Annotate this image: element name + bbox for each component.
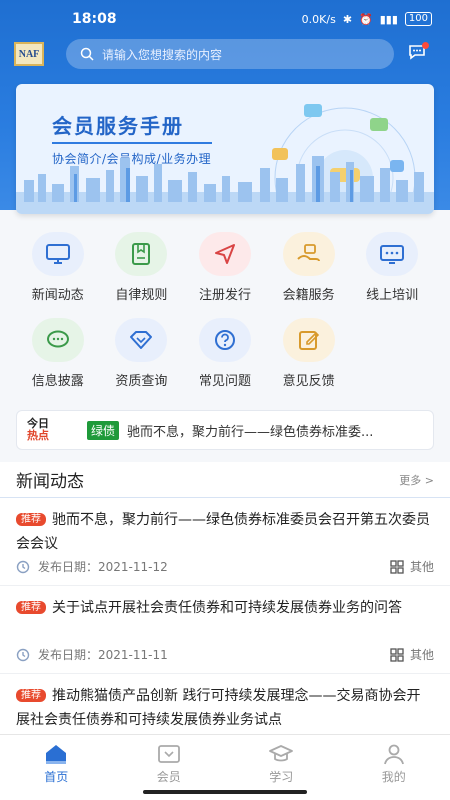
hot-news-ticker[interactable]: 今日 热点 绿债 驰而不息，聚力前行——绿色债券标准委... (16, 410, 434, 450)
grid-item-faq[interactable]: 常见问题 (183, 318, 267, 404)
section-title: 新闻动态 (16, 472, 84, 492)
question-icon (198, 318, 251, 362)
alarm-icon: ⏰ (359, 12, 373, 26)
grid-label: 注册发行 (198, 288, 251, 303)
news-item[interactable]: 推荐 关于试点开展社会责任债券和可持续发展债券业务的问答 发布日期：2021-11… (0, 586, 450, 674)
grid-item-news[interactable]: 新闻动态 (16, 232, 100, 318)
monitor-icon (31, 232, 84, 276)
grid-item-qualification[interactable]: 资质查询 (100, 318, 184, 404)
nav-label: 学习 (269, 770, 294, 784)
nav-label: 首页 (44, 770, 69, 784)
signal-icon: ▮▮▮ (379, 12, 398, 26)
nav-home[interactable]: 首页 (0, 735, 113, 800)
more-link[interactable]: 更多 > (399, 472, 434, 488)
grid-item-registration[interactable]: 注册发行 (183, 232, 267, 318)
category-icon (390, 559, 404, 574)
chat-bubble-icon (31, 318, 84, 362)
ticker-tag: 绿债 (87, 420, 120, 440)
graduation-cap-icon (269, 745, 294, 762)
news-date: 2021-11-11 (98, 648, 168, 662)
message-button[interactable] (408, 42, 429, 64)
news-title: 推动熊猫债产品创新 践行可持续发展理念——交易商协会开展社会责任债券和可持续发展… (16, 688, 421, 728)
diamond-icon (115, 318, 168, 362)
grid-label: 自律规则 (115, 288, 168, 303)
today-hot-logo: 今日 热点 (27, 415, 79, 445)
book-icon (115, 232, 168, 276)
function-grid: 新闻动态 自律规则 注册发行 会籍服务 线上培训 信息披露 资质查询 常见问题 … (16, 232, 434, 404)
unread-dot (422, 42, 429, 49)
grid-item-training[interactable]: 线上培训 (350, 232, 434, 318)
grid-item-feedback[interactable]: 意见反馈 (267, 318, 351, 404)
battery-icon: 100 (404, 12, 432, 26)
date-label: 发布日期： (38, 648, 99, 662)
grid-label: 意见反馈 (282, 374, 335, 389)
news-category: 其他 (409, 560, 434, 574)
grid-label: 线上培训 (366, 288, 419, 303)
news-title: 驰而不息，聚力前行——绿色债券标准委员会召开第五次委员会会议 (16, 512, 430, 552)
clock-icon (16, 560, 30, 573)
edit-icon (282, 318, 335, 362)
nav-label: 会员 (156, 770, 181, 784)
news-title: 关于试点开展社会责任债券和可持续发展债券业务的问答 (52, 600, 402, 616)
grid-item-rules[interactable]: 自律规则 (100, 232, 184, 318)
ticker-text: 驰而不息，聚力前行——绿色债券标准委... (127, 424, 374, 440)
recommend-badge: 推荐 (16, 513, 46, 526)
clock-icon (16, 648, 30, 661)
news-date: 2021-11-12 (98, 560, 168, 574)
city-skyline (16, 156, 434, 214)
member-card-icon (157, 745, 180, 763)
news-item[interactable]: 推荐 驰而不息，聚力前行——绿色债券标准委员会召开第五次委员会会议 发布日期：20… (0, 498, 450, 586)
grid-item-membership[interactable]: 会籍服务 (267, 232, 351, 318)
hand-service-icon (282, 232, 335, 276)
grid-label: 资质查询 (115, 374, 168, 389)
nav-label: 我的 (381, 770, 406, 784)
status-time: 18:08 (72, 11, 117, 27)
banner[interactable]: 会员服务手册 协会简介/会员构成/业务办理 (16, 84, 434, 214)
recommend-badge: 推荐 (16, 601, 46, 614)
date-label: 发布日期： (38, 560, 99, 574)
grid-item-disclosure[interactable]: 信息披露 (16, 318, 100, 404)
status-bar: 18:08 0.0K/s ✱ ⏰ ▮▮▮ 100 (0, 0, 450, 38)
network-speed: 0.0K/s (301, 12, 336, 26)
app-header: NAF 请输入您想搜索的内容 (0, 38, 450, 70)
search-icon (80, 47, 94, 61)
search-placeholder: 请输入您想搜索的内容 (102, 47, 223, 62)
send-icon (198, 232, 251, 276)
recommend-badge: 推荐 (16, 689, 46, 702)
home-indicator (143, 790, 307, 794)
grid-label: 信息披露 (31, 374, 84, 389)
search-input[interactable]: 请输入您想搜索的内容 (66, 39, 394, 69)
grid-label: 常见问题 (198, 374, 251, 389)
screen-chat-icon (366, 232, 419, 276)
user-icon (383, 744, 404, 765)
news-section-header: 新闻动态 更多 > (0, 462, 450, 498)
nav-mine[interactable]: 我的 (338, 735, 450, 800)
news-section: 新闻动态 更多 > 推荐 驰而不息，聚力前行——绿色债券标准委员会召开第五次委员会… (0, 462, 450, 734)
news-category: 其他 (409, 648, 434, 662)
today-hot-bottom: 热点 (27, 429, 49, 442)
bluetooth-icon: ✱ (342, 12, 353, 26)
grid-label: 新闻动态 (31, 288, 84, 303)
app-logo: NAF (14, 42, 44, 66)
grid-label: 会籍服务 (282, 288, 335, 303)
category-icon (390, 647, 404, 662)
home-icon (46, 745, 67, 764)
